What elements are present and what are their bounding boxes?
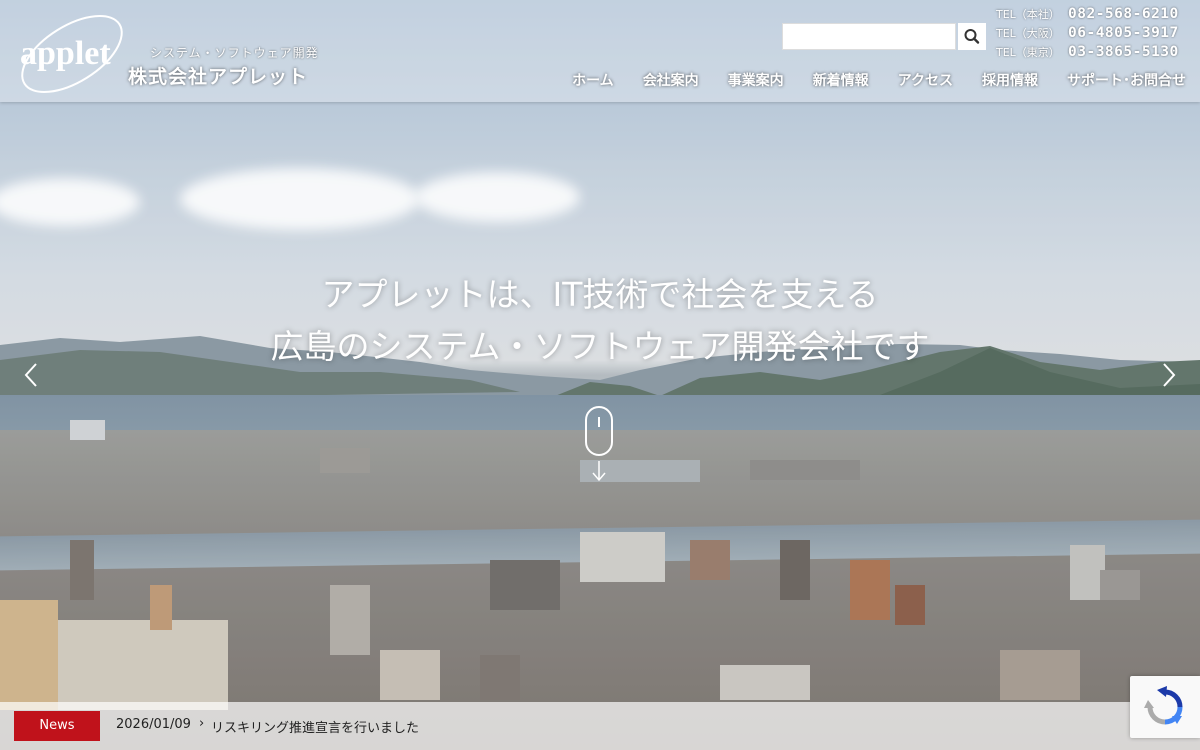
news-ticker: News 2026/01/09 › リスキリング推進宣言を行いました	[0, 702, 1200, 750]
applet-logo[interactable]: applet	[16, 6, 128, 98]
chevron-right-icon[interactable]	[1156, 360, 1180, 390]
nav-company[interactable]: 会社案内	[643, 70, 699, 90]
hero-overlay	[0, 0, 1200, 750]
hero-catchphrase-line2: 広島のシステム・ソフトウェア開発会社です	[270, 327, 930, 366]
recaptcha-badge[interactable]	[1130, 676, 1200, 738]
magnifier-icon	[964, 29, 980, 44]
phone-number[interactable]: 03-3865-5130	[1068, 44, 1179, 60]
news-separator: ›	[199, 716, 205, 731]
main-nav: ホーム 会社案内 事業案内 新着情報 アクセス 採用情報 サポート･お問合せ	[572, 70, 1186, 90]
phone-tokyo: TEL（東京） 03-3865-5130	[996, 44, 1188, 63]
logo-text: applet	[20, 35, 111, 72]
phone-number[interactable]: 06-4805-3917	[1068, 25, 1179, 41]
nav-support[interactable]: サポート･お問合せ	[1067, 70, 1186, 90]
phone-head-office: TEL（本社） 082-568-6210	[996, 6, 1188, 25]
nav-recruit[interactable]: 採用情報	[982, 70, 1038, 90]
phone-number[interactable]: 082-568-6210	[1068, 6, 1179, 22]
search-input[interactable]	[782, 23, 956, 50]
nav-access[interactable]: アクセス	[898, 70, 953, 90]
phone-label: TEL（本社）	[996, 8, 1060, 21]
hero-background	[0, 0, 1200, 750]
chevron-left-icon[interactable]	[20, 360, 44, 390]
logo-tagline: システム・ソフトウェア開発	[150, 46, 319, 60]
news-title-link[interactable]: リスキリング推進宣言を行いました	[211, 717, 419, 736]
phone-list: TEL（本社） 082-568-6210 TEL（大阪） 06-4805-391…	[996, 6, 1188, 63]
phone-label: TEL（東京）	[996, 46, 1060, 59]
phone-osaka: TEL（大阪） 06-4805-3917	[996, 25, 1188, 44]
nav-business[interactable]: 事業案内	[728, 70, 784, 90]
company-name[interactable]: 株式会社アプレット	[128, 62, 308, 89]
news-date: 2026/01/09	[116, 717, 191, 732]
search-form	[782, 23, 986, 50]
site-header: applet システム・ソフトウェア開発 株式会社アプレット TEL（本社） 0…	[0, 0, 1200, 102]
mouse-scroll-icon[interactable]	[584, 405, 614, 483]
nav-news[interactable]: 新着情報	[813, 70, 869, 90]
news-label[interactable]: News	[14, 711, 100, 741]
recaptcha-icon	[1144, 686, 1183, 725]
phone-label: TEL（大阪）	[996, 27, 1060, 40]
nav-home[interactable]: ホーム	[572, 70, 614, 90]
search-button[interactable]	[958, 23, 986, 50]
hero-catchphrase-line1: アプレットは、IT技術で社会を支える	[321, 275, 879, 314]
